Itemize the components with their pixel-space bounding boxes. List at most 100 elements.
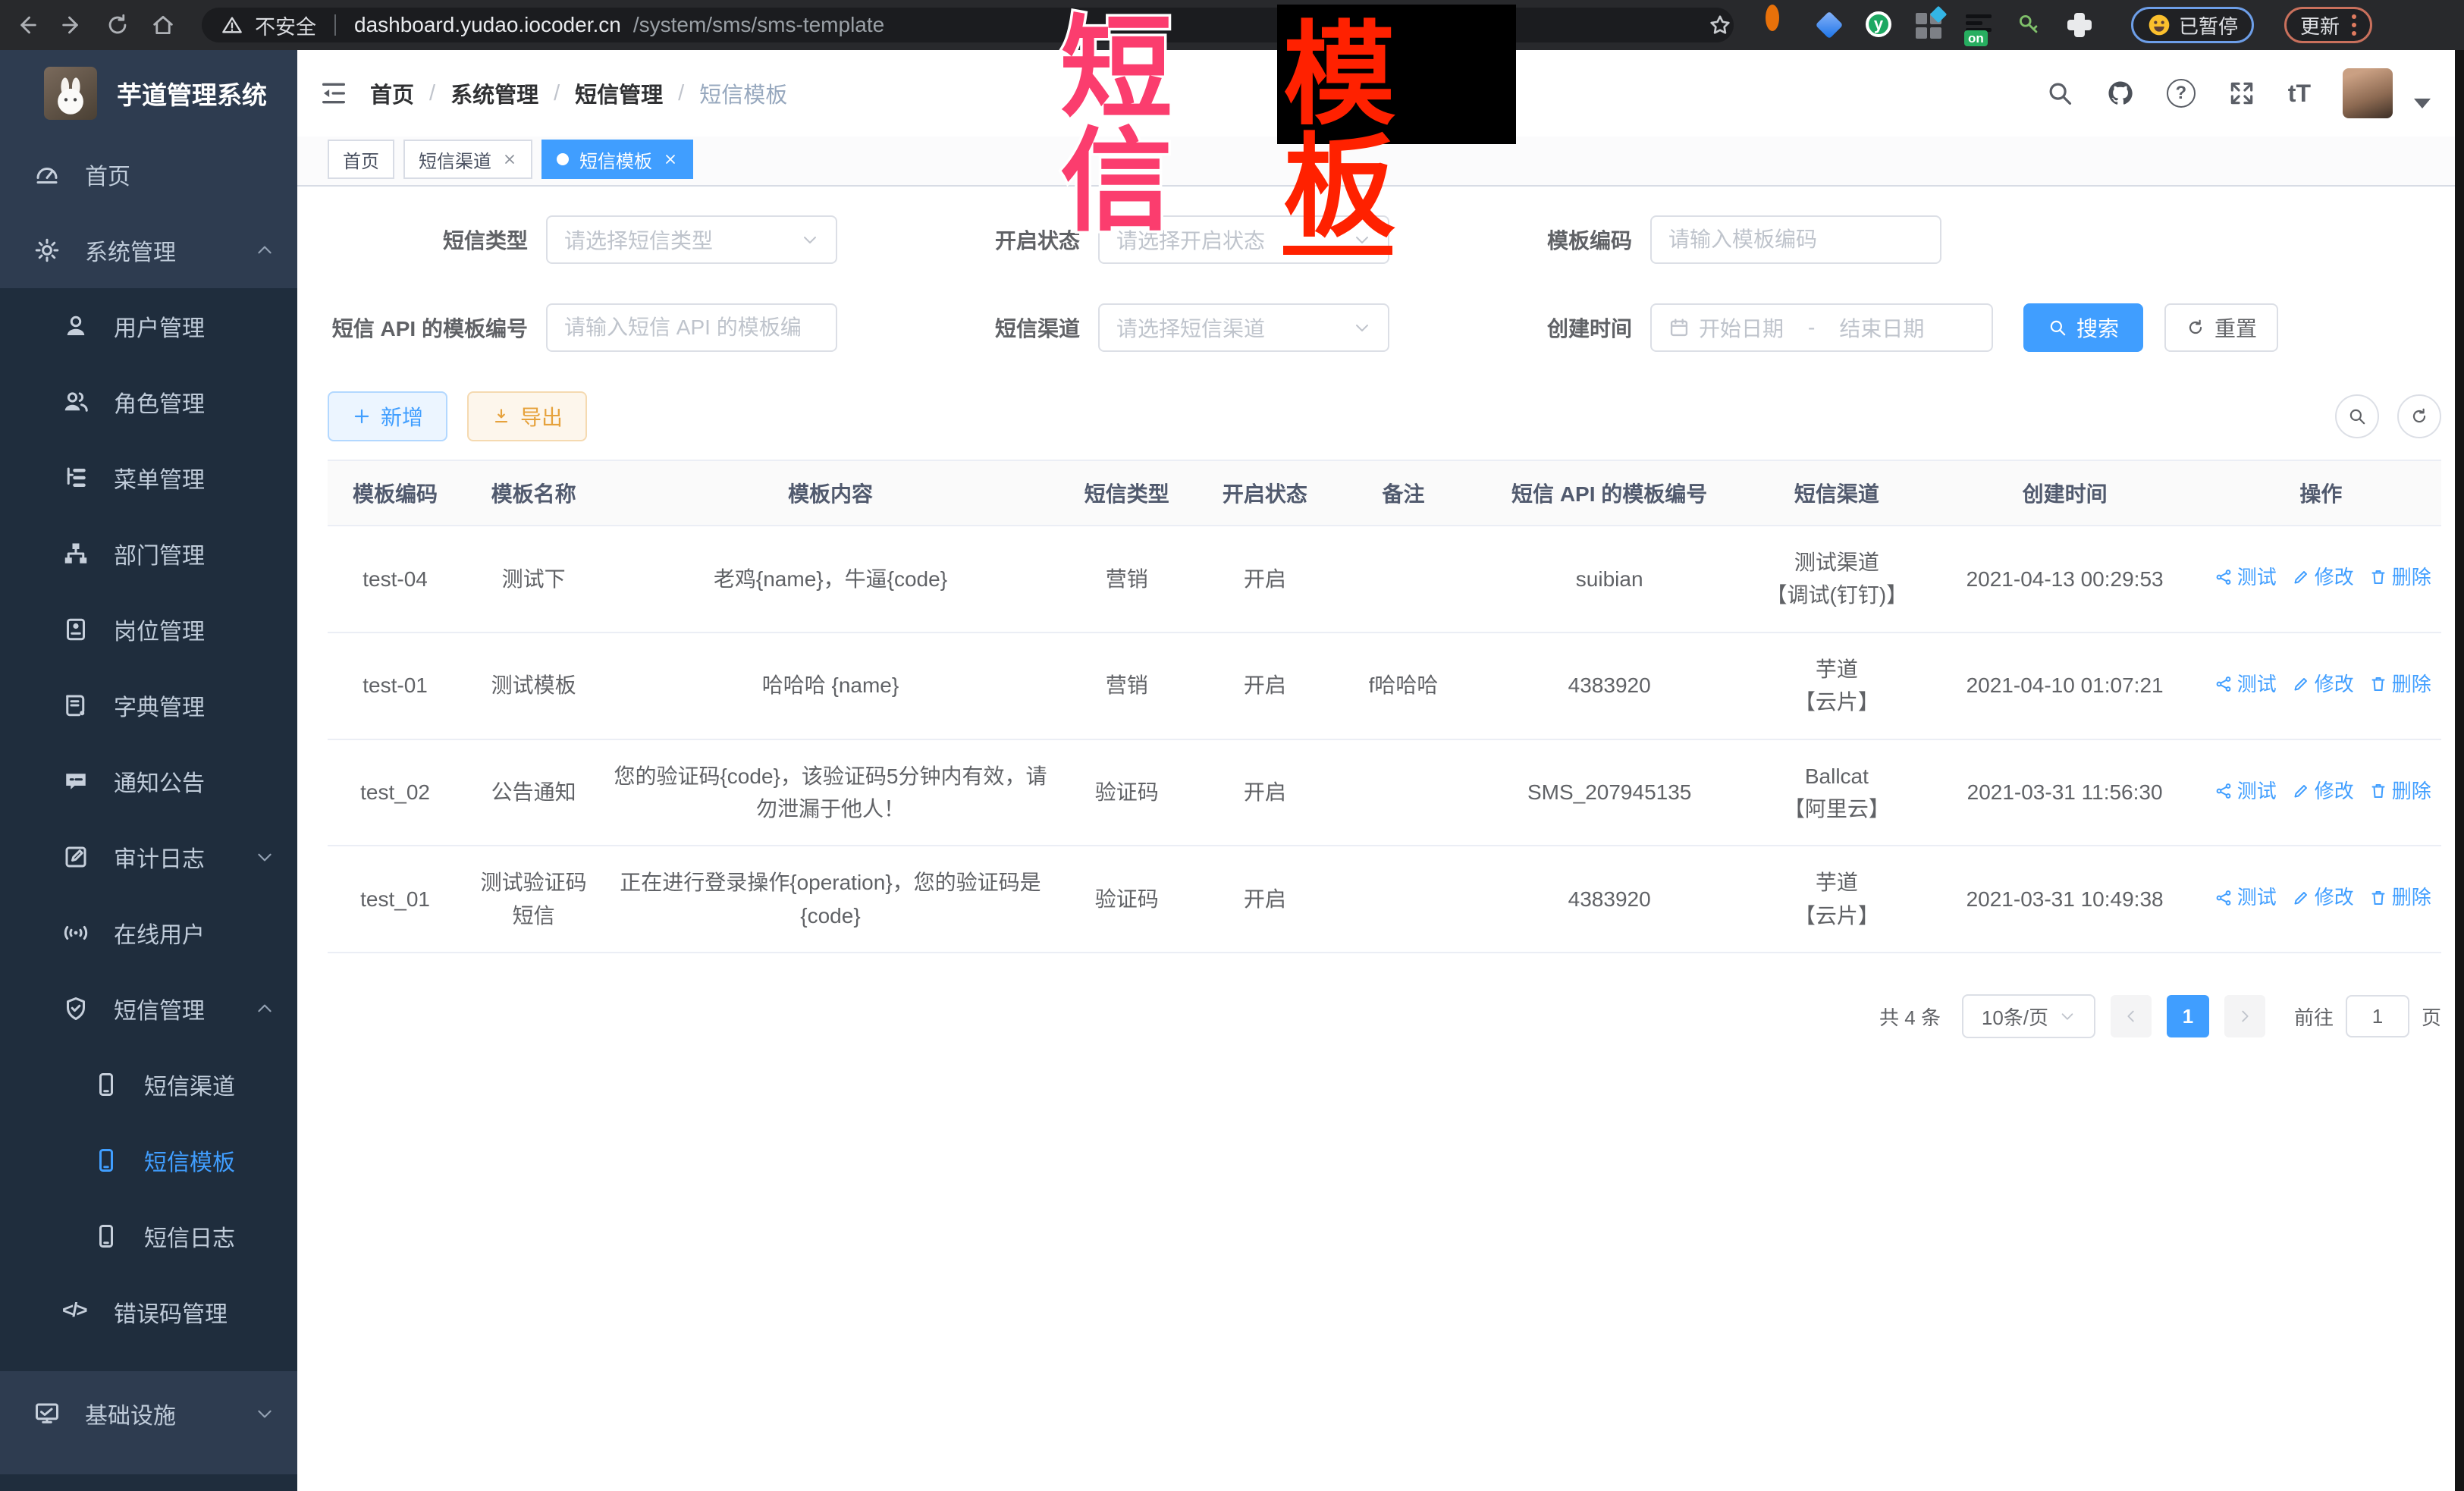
browser-menu-icon[interactable] xyxy=(2352,14,2356,36)
url-host: dashboard.yudao.iocoder.cn xyxy=(354,13,621,37)
create-time-range-picker[interactable]: 开始日期 - 结束日期 xyxy=(1650,303,1993,352)
template-code-field[interactable] xyxy=(1650,215,1941,264)
sidebar-item-online-users[interactable]: 在线用户 xyxy=(0,895,297,971)
browser-back-icon[interactable] xyxy=(14,12,39,38)
sidebar-item-dictionary[interactable]: 字典管理 xyxy=(0,667,297,743)
user-avatar[interactable] xyxy=(2343,68,2393,118)
next-page-button[interactable] xyxy=(2224,995,2265,1037)
extension-y-icon[interactable]: y xyxy=(1866,11,1893,39)
breadcrumb-item[interactable]: 首页 xyxy=(370,77,414,109)
delete-link[interactable]: 删除 xyxy=(2369,562,2431,592)
close-icon[interactable] xyxy=(502,152,517,167)
cell-type: 营销 xyxy=(1056,632,1197,739)
col-header: 模板编码 xyxy=(328,460,463,526)
sidebar-item-notices[interactable]: 通知公告 xyxy=(0,743,297,819)
template-code-input[interactable] xyxy=(1668,228,1923,252)
open-status-label: 开启状态 xyxy=(880,224,1080,255)
sidebar-item-departments[interactable]: 部门管理 xyxy=(0,516,297,592)
extension-grid-icon[interactable] xyxy=(1916,11,1943,39)
open-status-select[interactable]: 请选择开启状态 xyxy=(1098,215,1389,264)
address-bar[interactable]: 不安全 dashboard.yudao.iocoder.cn/system/sm… xyxy=(202,8,1734,42)
chevron-up-icon xyxy=(255,999,275,1019)
help-icon[interactable]: ? xyxy=(2167,79,2196,108)
api-template-id-input[interactable] xyxy=(564,315,819,340)
test-link[interactable]: 测试 xyxy=(2214,882,2277,912)
add-button[interactable]: 新增 xyxy=(328,391,447,441)
extension-key-icon[interactable] xyxy=(2016,11,2043,39)
edit-link[interactable]: 修改 xyxy=(2292,669,2354,699)
edit-link[interactable]: 修改 xyxy=(2292,882,2354,912)
delete-link[interactable]: 删除 xyxy=(2369,669,2431,699)
cell-channel: 测试渠道【调试(钉钉)】 xyxy=(1744,526,1929,632)
sidebar-item-audit-log[interactable]: 审计日志 xyxy=(0,819,297,895)
edit-link[interactable]: 修改 xyxy=(2292,776,2354,806)
extension-donut-icon[interactable] xyxy=(1766,11,1793,39)
extension-gem-icon[interactable] xyxy=(1816,11,1843,39)
export-button[interactable]: 导出 xyxy=(467,391,587,441)
prev-page-button[interactable] xyxy=(2111,995,2152,1037)
github-icon[interactable] xyxy=(2106,79,2135,108)
page-size-select[interactable]: 10条/页 xyxy=(1962,994,2095,1038)
sidebar-item-roles[interactable]: 角色管理 xyxy=(0,364,297,440)
sidebar-item-error-codes[interactable]: </> 错误码管理 xyxy=(0,1274,297,1350)
col-header: 操作 xyxy=(2201,460,2441,526)
page-number-current[interactable]: 1 xyxy=(2167,995,2209,1037)
reset-button[interactable]: 重置 xyxy=(2164,303,2278,352)
browser-home-icon[interactable] xyxy=(150,12,176,38)
sidebar-item-sms[interactable]: 短信管理 xyxy=(0,971,297,1047)
sms-channel-select[interactable]: 请选择短信渠道 xyxy=(1098,303,1389,352)
api-template-id-field[interactable] xyxy=(546,303,837,352)
cell-name: 公告通知 xyxy=(463,739,604,846)
tree-list-icon xyxy=(62,464,89,491)
update-chip[interactable]: 更新 xyxy=(2284,7,2372,43)
avatar-caret-icon[interactable] xyxy=(2414,99,2431,108)
sidebar-item-menus[interactable]: 菜单管理 xyxy=(0,440,297,516)
user-icon xyxy=(62,312,89,340)
sidebar-item-label: 短信日志 xyxy=(144,1219,235,1253)
bookmark-star-icon[interactable] xyxy=(1708,13,1732,37)
sidebar-item-infrastructure[interactable]: 基础设施 xyxy=(0,1376,297,1452)
sidebar-fold-icon[interactable] xyxy=(319,78,349,108)
table-search-toggle-button[interactable] xyxy=(2335,394,2379,438)
sidebar-logo-row[interactable]: 芋道管理系统 xyxy=(0,50,297,137)
fullscreen-icon[interactable] xyxy=(2227,79,2256,108)
sidebar-item-sms-log[interactable]: 短信日志 xyxy=(0,1198,297,1274)
delete-link[interactable]: 删除 xyxy=(2369,776,2431,806)
search-button[interactable]: 搜索 xyxy=(2023,303,2143,352)
tab-sms-template[interactable]: 短信模板 xyxy=(541,140,693,179)
close-icon[interactable] xyxy=(663,152,678,167)
cell-status: 开启 xyxy=(1197,526,1332,632)
sidebar-item-users[interactable]: 用户管理 xyxy=(0,288,297,364)
test-link[interactable]: 测试 xyxy=(2214,562,2277,592)
sidebar-item-posts[interactable]: 岗位管理 xyxy=(0,592,297,667)
sidebar-item-sms-template[interactable]: 短信模板 xyxy=(0,1122,297,1198)
goto-page-input[interactable] xyxy=(2346,995,2409,1037)
sidebar-item-home[interactable]: 首页 xyxy=(0,137,297,212)
edit-link[interactable]: 修改 xyxy=(2292,562,2354,592)
extensions-puzzle-icon[interactable] xyxy=(2066,11,2093,39)
sidebar-item-system[interactable]: 系统管理 xyxy=(0,212,297,288)
share-icon xyxy=(2214,782,2233,800)
tag-tabbar: 首页 短信渠道 短信模板 xyxy=(297,137,2464,187)
breadcrumb-item[interactable]: 系统管理 xyxy=(450,77,538,109)
breadcrumb-separator: / xyxy=(678,81,684,106)
search-icon[interactable] xyxy=(2045,79,2074,108)
sms-type-select[interactable]: 请选择短信类型 xyxy=(546,215,837,264)
table-refresh-button[interactable] xyxy=(2397,394,2441,438)
test-link[interactable]: 测试 xyxy=(2214,776,2277,806)
delete-link[interactable]: 删除 xyxy=(2369,882,2431,912)
browser-forward-icon[interactable] xyxy=(59,12,85,38)
window-scrollbar[interactable] xyxy=(2455,50,2464,1491)
tab-home[interactable]: 首页 xyxy=(328,140,394,179)
test-link[interactable]: 测试 xyxy=(2214,669,2277,699)
extension-list-icon[interactable]: on xyxy=(1966,11,1993,39)
tab-sms-channel[interactable]: 短信渠道 xyxy=(403,140,532,179)
extension-on-badge: on xyxy=(1964,30,1988,46)
browser-reload-icon[interactable] xyxy=(105,12,130,38)
profile-paused-chip[interactable]: 已暂停 xyxy=(2131,7,2254,43)
font-size-icon[interactable]: tT xyxy=(2288,80,2311,108)
tab-label: 首页 xyxy=(343,146,379,173)
breadcrumb-item[interactable]: 短信管理 xyxy=(575,77,663,109)
sidebar-item-sms-channel[interactable]: 短信渠道 xyxy=(0,1047,297,1122)
app-title: 芋道管理系统 xyxy=(117,75,267,111)
